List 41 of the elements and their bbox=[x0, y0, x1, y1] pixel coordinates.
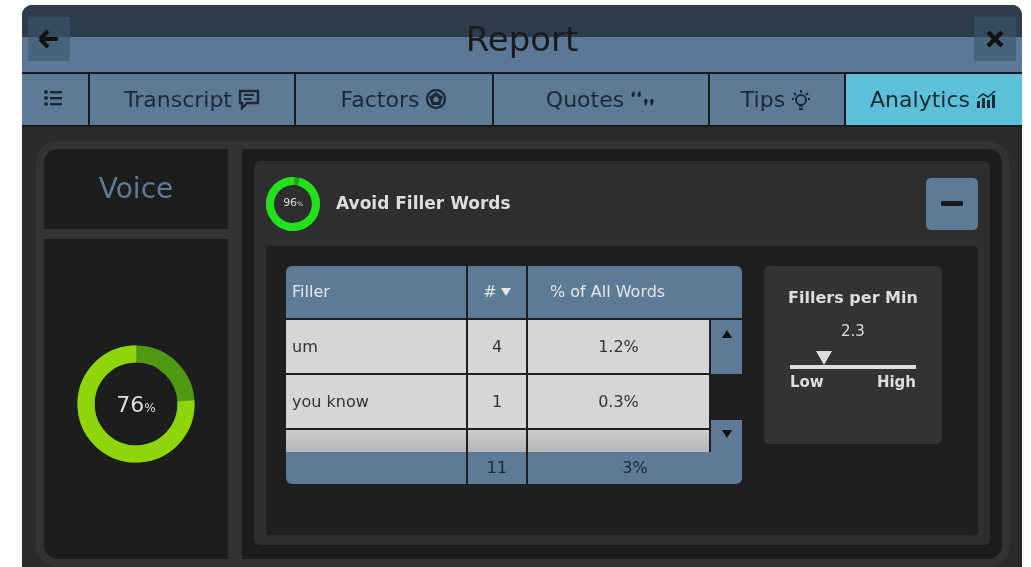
table-cell: um bbox=[286, 320, 466, 373]
back-arrow-icon bbox=[38, 28, 60, 49]
score-value: 76 bbox=[116, 390, 145, 419]
back-button[interactable] bbox=[28, 16, 70, 61]
scroll-up-button[interactable] bbox=[711, 320, 742, 374]
menu-button[interactable] bbox=[22, 74, 90, 125]
table-cell: 0.3% bbox=[528, 375, 709, 428]
collapse-button[interactable] bbox=[926, 177, 978, 230]
tab[interactable]: Tips bbox=[710, 74, 846, 125]
table-cell: you know bbox=[286, 375, 466, 428]
total-percent: 3% bbox=[622, 457, 648, 479]
tab[interactable]: Factors bbox=[296, 74, 494, 125]
tab[interactable]: Quotes bbox=[494, 74, 710, 125]
close-button[interactable] bbox=[974, 16, 1016, 61]
tab[interactable]: Analytics bbox=[846, 74, 1022, 125]
tab[interactable]: Transcript bbox=[90, 74, 296, 125]
arrow-up-icon bbox=[721, 330, 732, 338]
score-unit: % bbox=[144, 399, 156, 417]
chat-icon bbox=[238, 89, 260, 110]
rate-value: 2.3 bbox=[841, 321, 865, 342]
score-value: 96 bbox=[283, 195, 298, 212]
arrow-down-icon bbox=[721, 430, 732, 438]
column-header[interactable]: # bbox=[483, 280, 497, 304]
column-header: % of All Words bbox=[550, 281, 666, 303]
table-cell: 1.2% bbox=[528, 320, 709, 373]
pentagon-icon bbox=[425, 89, 448, 110]
panel-title: Voice bbox=[98, 171, 174, 207]
scale-label: High bbox=[876, 371, 916, 393]
section-title: Avoid Filler Words bbox=[336, 191, 512, 215]
column-header: Filler bbox=[292, 281, 330, 303]
total-count: 11 bbox=[486, 457, 508, 479]
table-cell: 1 bbox=[468, 375, 526, 428]
panel-title: Fillers per Min bbox=[788, 287, 918, 309]
sort-icon bbox=[500, 288, 511, 296]
scale-label: Low bbox=[790, 371, 824, 393]
table-cell: 4 bbox=[468, 320, 526, 373]
scroll-down-button[interactable] bbox=[711, 420, 742, 452]
score-ring bbox=[264, 174, 322, 233]
bar-chart-icon bbox=[975, 89, 998, 110]
close-icon bbox=[985, 28, 1005, 49]
minus-icon bbox=[941, 201, 963, 206]
